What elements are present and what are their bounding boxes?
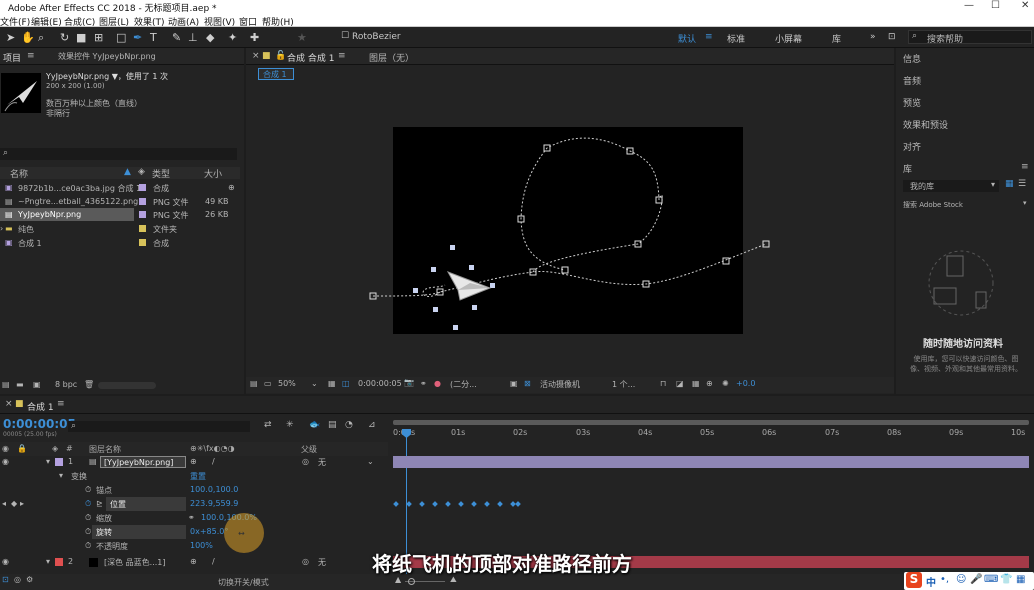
- grid-view-icon[interactable]: ▦: [1005, 179, 1014, 189]
- collapse-arrow-icon[interactable]: ▾: [46, 457, 50, 466]
- visibility-icon[interactable]: ◉: [2, 457, 9, 466]
- stopwatch-icon[interactable]: ⏱: [85, 499, 91, 509]
- mic-icon[interactable]: 🎤: [970, 574, 982, 585]
- ime-mode[interactable]: 中: [926, 574, 936, 589]
- comp-color-icon: ■: [15, 399, 24, 409]
- skin-icon[interactable]: 👕: [1000, 574, 1012, 585]
- sogou-icon[interactable]: S: [906, 572, 922, 588]
- shy-switch-icon[interactable]: ⊕: [190, 557, 197, 566]
- quality-switch-icon[interactable]: /: [212, 557, 215, 566]
- shy-switch-icon[interactable]: ⊕: [190, 457, 197, 466]
- panel-menu-icon[interactable]: ≡: [57, 399, 65, 409]
- time-ruler[interactable]: 0:00s 01s 02s 03s 04s 05s 06s 07s 08s 09…: [391, 420, 1032, 442]
- timeline-tabs: × ■ 合成 1 ≡: [0, 396, 1034, 414]
- draft-3d-icon[interactable]: ✳: [286, 420, 294, 430]
- devices-icon: [928, 250, 994, 316]
- panel-align[interactable]: 对齐: [903, 140, 921, 153]
- keyboard-icon[interactable]: ⌨: [984, 574, 998, 585]
- panel-info[interactable]: 信息: [903, 52, 921, 65]
- property-row[interactable]: ⏱ 旋转 0x+85.0°: [0, 525, 388, 539]
- graph-editor-icon[interactable]: ⊿: [368, 420, 376, 430]
- zoom-handle[interactable]: [408, 578, 415, 585]
- solid-icon: [89, 558, 98, 567]
- layer-switches-icon[interactable]: ⊡: [2, 575, 9, 584]
- video-subtitle: 将纸飞机的顶部对准路径前方: [372, 552, 632, 576]
- shy-layers-icon[interactable]: 🐟: [309, 420, 320, 430]
- col-parent[interactable]: 父级: [301, 444, 317, 455]
- promo-text: 使用库，您可以快速访问颜色、图像、视频、外观和其他最常用资料。: [910, 355, 1022, 373]
- col-layer-name[interactable]: 图层名称: [89, 444, 121, 455]
- layer-search-input[interactable]: ⌕: [68, 421, 250, 432]
- property-row[interactable]: ⏱ 缩放 ⚭ 100.0,100.0%: [0, 511, 388, 525]
- collapse-arrow-icon[interactable]: ▾: [46, 557, 50, 566]
- chevron-down-icon: ▾: [991, 180, 996, 189]
- collapse-arrow-icon[interactable]: ▾: [59, 471, 63, 480]
- in-out-icon[interactable]: ⚙: [26, 575, 33, 584]
- stock-search-input[interactable]: 搜索 Adobe Stock ▾: [901, 199, 1031, 211]
- stopwatch-icon[interactable]: ⏱: [85, 485, 91, 495]
- paper-plane-icon: [446, 271, 492, 301]
- label-column-icon[interactable]: ◈: [52, 444, 58, 453]
- search-icon: ⌕: [71, 421, 77, 431]
- file-icon: ▤: [89, 457, 97, 466]
- property-row[interactable]: ⏱ 不透明度 100%: [0, 539, 388, 553]
- reset-link[interactable]: 重置: [190, 471, 206, 482]
- transform-group[interactable]: ▾ 变换 重置: [0, 469, 388, 483]
- timeline-current-time[interactable]: 0:00:00:05: [3, 417, 76, 431]
- quality-switch-icon[interactable]: /: [212, 457, 215, 466]
- work-area-bar[interactable]: [393, 420, 1029, 425]
- panel-audio[interactable]: 音频: [903, 74, 921, 87]
- layer-row[interactable]: ◉ ▾ 2 [深色 品蓝色...1] ⊕ / ◎ 无: [0, 555, 388, 569]
- toggle-switches-modes[interactable]: 切换开关/模式: [218, 577, 269, 588]
- next-keyframe-icon[interactable]: ▸: [20, 499, 24, 508]
- panel-libraries[interactable]: 库: [903, 162, 912, 175]
- panel-effects-presets[interactable]: 效果和预设: [903, 118, 948, 131]
- visibility-icon[interactable]: ◉: [2, 444, 9, 453]
- parent-dropdown[interactable]: 无: [318, 457, 326, 468]
- parent-pickwhip-icon[interactable]: ◎: [302, 557, 309, 566]
- layer-name-field[interactable]: [YyJpeybNpr.png]: [100, 456, 186, 468]
- comp-flowchart-icon[interactable]: ⇄: [264, 420, 272, 430]
- tab-timeline-comp[interactable]: 合成 1: [27, 400, 54, 413]
- layer-column-header: ◉ 🔒 ◈ # 图层名称 ⊕✳\fx◐◔◑ 父级: [0, 442, 388, 456]
- frame-blending-icon[interactable]: ▤: [328, 420, 337, 430]
- close-tab-icon[interactable]: ×: [5, 399, 13, 409]
- panel-preview[interactable]: 预览: [903, 96, 921, 109]
- number-column-icon[interactable]: #: [66, 444, 73, 453]
- stopwatch-icon[interactable]: ⏱: [85, 541, 91, 551]
- promo-title: 随时随地访问资料: [923, 339, 1003, 350]
- punctuation-icon[interactable]: •,: [940, 574, 949, 585]
- prev-keyframe-icon[interactable]: ◂: [2, 499, 6, 508]
- layer1-bar[interactable]: [393, 456, 1029, 468]
- property-row[interactable]: ◂ ◆ ▸ ⏱ ⊵ 位置 223.9,559.9: [0, 497, 388, 511]
- visibility-icon[interactable]: ◉: [2, 557, 9, 566]
- parent-pickwhip-icon[interactable]: ◎: [302, 457, 309, 466]
- switches-column-icon[interactable]: ⊕✳\fx◐◔◑: [190, 444, 235, 453]
- constrain-link-icon[interactable]: ⚭: [188, 513, 195, 522]
- graph-icon[interactable]: ⊵: [96, 499, 103, 508]
- layer-row[interactable]: ◉ ▾ 1 ▤ [YyJpeybNpr.png] ⊕ / ◎ 无 ⌄: [0, 455, 388, 469]
- lock-column-icon[interactable]: 🔒: [17, 444, 27, 453]
- ime-toolbar: S 中 •, ☺ 🎤 ⌨ 👕 ▦: [904, 572, 1034, 590]
- right-panels: 信息 音频 预览 效果和预设 对齐 库 ≡ 我的库 ▾ ▦ ☰ 搜索 Adobe…: [896, 48, 1034, 394]
- position-keyframes[interactable]: [390, 497, 530, 511]
- label-swatch[interactable]: [55, 558, 63, 566]
- parent-dropdown[interactable]: 无: [318, 557, 326, 568]
- transfer-controls-icon[interactable]: ◎: [14, 575, 21, 584]
- stopwatch-icon[interactable]: ⏱: [85, 527, 91, 537]
- toolbox-icon[interactable]: ▦: [1016, 574, 1025, 585]
- stopwatch-icon[interactable]: ⏱: [85, 513, 91, 523]
- library-dropdown[interactable]: 我的库 ▾: [903, 180, 999, 192]
- scrub-cursor-icon: ↔: [238, 529, 245, 538]
- property-row[interactable]: ⏱ 锚点 100.0,100.0: [0, 483, 388, 497]
- list-view-icon[interactable]: ☰: [1018, 179, 1026, 189]
- timeline-frame-rate: 00005 (25.00 fps): [3, 431, 57, 438]
- chevron-down-icon: ⌄: [367, 457, 374, 466]
- motion-blur-icon[interactable]: ◔: [345, 420, 353, 430]
- panel-menu-icon[interactable]: ≡: [1021, 162, 1029, 172]
- chevron-down-icon: ▾: [1023, 199, 1027, 207]
- emoji-icon[interactable]: ☺: [956, 574, 966, 585]
- label-swatch[interactable]: [55, 458, 63, 466]
- keyframe-toggle-icon[interactable]: ◆: [11, 499, 17, 508]
